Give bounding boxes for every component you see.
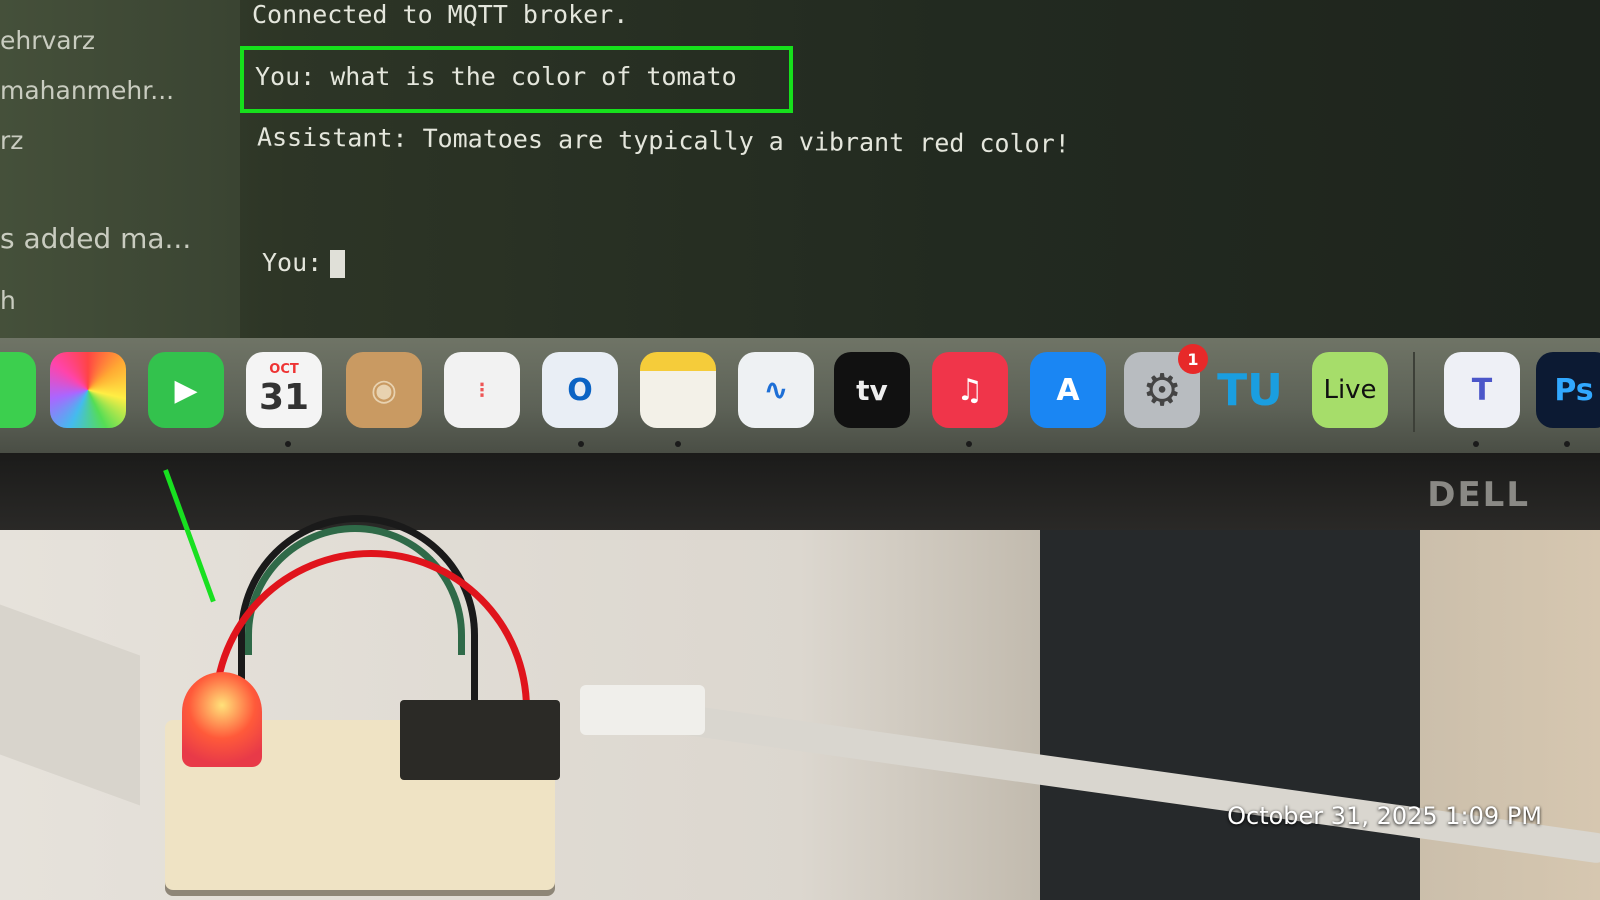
sidebar-item[interactable]: mahanmehr... [0, 76, 174, 105]
ps-label: Ps [1554, 372, 1594, 408]
running-indicator [1564, 441, 1570, 447]
app-store-icon[interactable]: A [1030, 352, 1106, 428]
sidebar-item[interactable]: s added ma... [0, 222, 191, 255]
text-cursor [330, 250, 346, 278]
tv-label: tv [856, 373, 888, 407]
contacts-icon[interactable]: ◉ [346, 352, 422, 428]
running-indicator [675, 441, 681, 447]
live-app-icon[interactable]: Live [1312, 352, 1388, 428]
running-indicator [578, 441, 584, 447]
reminders-icon[interactable]: ⋮ [444, 352, 520, 428]
sidebar-item[interactable]: ehrvarz [0, 26, 95, 55]
teams-icon[interactable]: T [1444, 352, 1520, 428]
notes-icon[interactable] [640, 352, 716, 428]
monitor-stand [1040, 530, 1420, 900]
dock: ▶ OCT 31 ◉ ⋮ O ∿ tv ♫ A ⚙ 1 TU Live T Ps [0, 338, 1600, 453]
monitor-screen: ehrvarz mahanmehr... rz s added ma... h … [0, 0, 1600, 340]
sidebar-item[interactable]: rz [0, 126, 23, 155]
running-indicator [285, 441, 291, 447]
freeform-icon[interactable]: ∿ [738, 352, 814, 428]
messages-icon[interactable] [0, 352, 36, 428]
usb-plug [580, 685, 705, 735]
terminal-input[interactable]: You: [262, 248, 346, 278]
calendar-day: 31 [258, 377, 310, 418]
chat-sidebar: ehrvarz mahanmehr... rz s added ma... h [0, 0, 240, 340]
tu-label: TU [1217, 364, 1283, 416]
rgb-led [182, 672, 262, 767]
monitor-bezel [0, 453, 1600, 531]
system-settings-icon[interactable]: ⚙ 1 [1124, 344, 1208, 428]
calendar-month: OCT [269, 362, 299, 377]
assistant-message: Assistant: Tomatoes are typically a vibr… [256, 122, 1070, 159]
prompt-label: You: [262, 248, 323, 277]
calendar-icon[interactable]: OCT 31 [246, 352, 322, 428]
notification-badge: 1 [1178, 344, 1208, 374]
running-indicator [966, 441, 972, 447]
facetime-icon[interactable]: ▶ [148, 352, 224, 428]
microcontroller-board [400, 700, 560, 780]
apple-tv-icon[interactable]: tv [834, 352, 910, 428]
tu-app-icon[interactable]: TU [1212, 352, 1288, 428]
sidebar-item[interactable]: h [0, 286, 16, 315]
photo-timestamp: October 31, 2025 1:09 PM [1227, 802, 1542, 830]
dell-logo: DELL [1427, 475, 1530, 515]
photoshop-icon[interactable]: Ps [1536, 352, 1600, 428]
outlook-icon[interactable]: O [542, 352, 618, 428]
running-indicator [1473, 441, 1479, 447]
user-message: You: what is the color of tomato [255, 62, 737, 91]
dock-divider [1413, 352, 1415, 432]
photos-icon[interactable] [50, 352, 126, 428]
live-label: Live [1323, 375, 1377, 405]
music-icon[interactable]: ♫ [932, 352, 1008, 428]
terminal-line: Connected to MQTT broker. [252, 0, 629, 29]
